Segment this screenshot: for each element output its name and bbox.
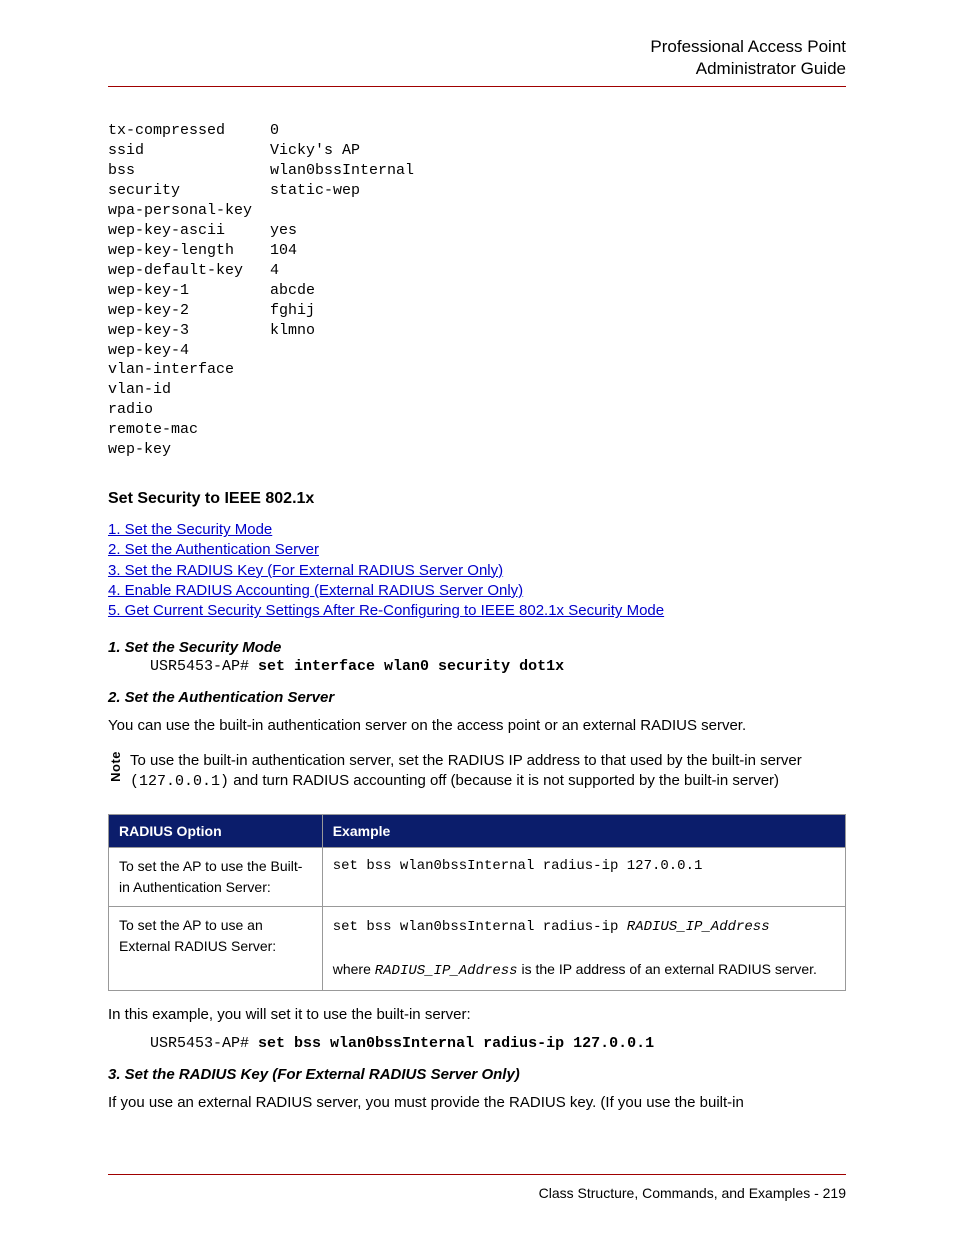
page: Professional Access Point Administrator … — [0, 0, 954, 1235]
sec1-cmd-text: set interface wlan0 security dot1x — [258, 658, 564, 675]
row2-note-pre: where — [333, 961, 375, 977]
toc-link-5[interactable]: 5. Get Current Security Settings After R… — [108, 601, 846, 621]
row2-example: set bss wlan0bssInternal radius-ip RADIU… — [322, 907, 845, 991]
row1-example: set bss wlan0bssInternal radius-ip 127.0… — [322, 848, 845, 907]
row2-option: To set the AP to use an External RADIUS … — [109, 907, 323, 991]
row2-note-post: is the IP address of an external RADIUS … — [518, 961, 817, 977]
toc-link-1[interactable]: 1. Set the Security Mode — [108, 520, 846, 540]
note-ip: (127.0.0.1) — [130, 773, 229, 790]
sec1-heading: 1. Set the Security Mode — [108, 639, 846, 656]
row2-cmd: set bss wlan0bssInternal radius-ip — [333, 919, 627, 935]
sec3-text: If you use an external RADIUS server, yo… — [108, 1093, 846, 1113]
header-line1: Professional Access Point — [108, 36, 846, 58]
radius-table: RADIUS Option Example To set the AP to u… — [108, 814, 846, 991]
th-option: RADIUS Option — [109, 815, 323, 848]
section-title: Set Security to IEEE 802.1x — [108, 490, 846, 508]
sec1-prompt: USR5453-AP# — [150, 658, 258, 675]
row2-note-mono: RADIUS_IP_Address — [375, 963, 518, 979]
page-footer: Class Structure, Commands, and Examples … — [108, 1174, 846, 1201]
example-prompt: USR5453-AP# — [150, 1035, 258, 1052]
table-row: To set the AP to use the Built-in Authen… — [109, 848, 846, 907]
note-label: Note — [108, 751, 124, 784]
note-line1: To use the built-in authentication serve… — [130, 752, 802, 769]
sec2-heading: 2. Set the Authentication Server — [108, 689, 846, 706]
row1-option: To set the AP to use the Built-in Authen… — [109, 848, 323, 907]
th-example: Example — [322, 815, 845, 848]
sec2-intro: You can use the built-in authentication … — [108, 716, 846, 736]
footer-text: Class Structure, Commands, and Examples … — [539, 1185, 846, 1201]
table-header-row: RADIUS Option Example — [109, 815, 846, 848]
note-block: Note To use the built-in authentication … — [108, 751, 846, 793]
config-dump-block: tx-compressed 0 ssid Vicky's AP bss wlan… — [108, 121, 846, 460]
example-cmd-line: USR5453-AP# set bss wlan0bssInternal rad… — [150, 1035, 846, 1052]
toc-link-2[interactable]: 2. Set the Authentication Server — [108, 540, 846, 560]
toc-list: 1. Set the Security Mode2. Set the Authe… — [108, 520, 846, 621]
example-intro: In this example, you will set it to use … — [108, 1005, 846, 1025]
sec1-command: USR5453-AP# set interface wlan0 security… — [150, 658, 846, 675]
table-row: To set the AP to use an External RADIUS … — [109, 907, 846, 991]
row2-arg: RADIUS_IP_Address — [627, 919, 770, 935]
note-body: To use the built-in authentication serve… — [130, 751, 802, 793]
header-line2: Administrator Guide — [108, 58, 846, 80]
page-header: Professional Access Point Administrator … — [108, 36, 846, 87]
toc-link-4[interactable]: 4. Enable RADIUS Accounting (External RA… — [108, 581, 846, 601]
toc-link-3[interactable]: 3. Set the RADIUS Key (For External RADI… — [108, 561, 846, 581]
note-line2-post: and turn RADIUS accounting off (because … — [229, 772, 779, 789]
example-cmd-text: set bss wlan0bssInternal radius-ip 127.0… — [258, 1035, 654, 1052]
sec3-heading: 3. Set the RADIUS Key (For External RADI… — [108, 1066, 846, 1083]
